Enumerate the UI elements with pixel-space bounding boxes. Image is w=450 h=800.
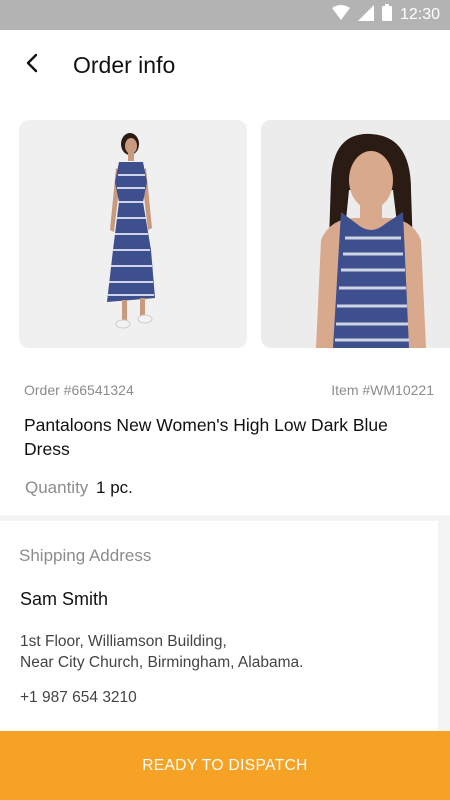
quantity: Quantity 1 pc. (25, 478, 133, 498)
product-name: Pantaloons New Women's High Low Dark Blu… (24, 415, 388, 459)
address-line-2: Near City Church, Birmingham, Alabama. (20, 654, 304, 671)
phone-number: +1 987 654 3210 (20, 689, 137, 706)
dress-full-length-photo[interactable] (19, 120, 247, 348)
quantity-value: 1 pc. (96, 478, 133, 497)
shipping-card: Shipping Address Sam Smith 1st Floor, Wi… (0, 521, 438, 731)
shipping-address: 1st Floor, Williamson Building, Near Cit… (20, 631, 303, 673)
product-gallery[interactable] (0, 120, 450, 348)
quantity-label: Quantity (25, 478, 89, 497)
recipient-name: Sam Smith (20, 589, 109, 609)
signal-icon (357, 4, 374, 26)
ready-to-dispatch-label: READY TO DISPATCH (142, 756, 308, 774)
shipping-heading: Shipping Address (19, 546, 152, 565)
battery-icon (381, 4, 392, 26)
product-card: Order #66541324 Item #WM10221 Pantaloons… (0, 100, 450, 515)
back-arrow-icon (25, 53, 39, 78)
item-number: Item #WM10221 (331, 382, 434, 398)
status-time: 12:30 (399, 6, 440, 23)
ready-to-dispatch-button[interactable]: READY TO DISPATCH (0, 731, 450, 800)
page-title: Order info (73, 52, 176, 78)
app-bar: Order info (0, 30, 450, 100)
wifi-icon (331, 4, 350, 26)
order-number: Order #66541324 (24, 382, 134, 398)
status-bar: 12:30 (0, 0, 450, 30)
back-button[interactable] (14, 50, 50, 80)
address-line-1: 1st Floor, Williamson Building, (20, 633, 227, 650)
dress-closeup-photo[interactable] (261, 120, 450, 348)
status-icons: 12:30 (331, 4, 440, 26)
